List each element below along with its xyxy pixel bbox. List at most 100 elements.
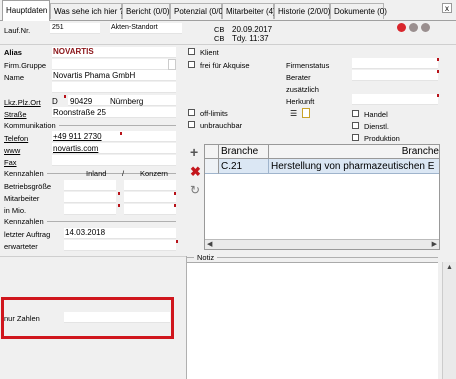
zusaetzlich-label: zusätzlich [286,85,319,94]
mitarbeiter-konzern-field[interactable] [124,192,176,203]
fax-field[interactable] [52,155,176,166]
required-marker [118,204,120,207]
tab-bar: Hauptdaten Was sehe ich hier ?? Bericht … [0,0,456,21]
www-value[interactable]: novartis.com [53,144,98,153]
grid-cell-description[interactable]: Herstellung von pharmazeutischen E [269,159,439,174]
kommunikation-section-label: Kommunikation [4,121,59,130]
grid-cell-code[interactable]: C.21 [219,159,269,174]
tab-bericht[interactable]: Bericht (0/0) [122,3,170,19]
notiz-section-label: Notiz [194,253,218,262]
dienstl-checkbox[interactable] [352,122,359,129]
produktion-checkbox[interactable] [352,134,359,141]
herkunft-label: Herkunft [286,97,315,106]
left-bottom-divider [0,256,186,257]
erwarteter-label: erwarteter [4,242,38,251]
scroll-right-icon[interactable]: ▶ [432,241,437,248]
notiz-vertical-scrollbar[interactable]: ▲ [442,262,456,379]
name-value: Novartis Phama GmbH [53,71,136,80]
close-tab-button[interactable]: x [442,3,452,13]
klient-checkbox[interactable] [188,48,195,55]
tab-hauptdaten[interactable]: Hauptdaten [2,0,50,21]
betriebsgroesse-label: Betriebsgröße [4,182,52,191]
required-marker [174,204,176,207]
header-divider [0,44,456,45]
slash-label: / [122,169,125,178]
firmenstatus-label: Firmenstatus [286,61,330,70]
scroll-left-icon[interactable]: ◀ [207,241,212,248]
telefon-label[interactable]: Telefon [4,134,28,143]
document-icon[interactable] [302,108,310,118]
betriebsgroesse-konzern-field[interactable] [124,180,176,191]
telefon-value[interactable]: +49 911 2730 [53,132,102,141]
mitarbeiter-label: Mitarbeiter [4,194,40,203]
name-field-2[interactable] [52,82,176,93]
lkz-plz-ort-label[interactable]: Lkz.Plz.Ort [4,98,41,107]
berater-label: Berater [286,73,311,82]
notiz-divider [186,257,438,258]
scroll-up-icon[interactable]: ▲ [446,264,453,271]
handel-label: Handel [364,110,388,119]
unbrauchbar-label: unbrauchbar [200,121,243,130]
status-dot-red [397,23,406,32]
cb-date: 20.09.2017 [232,25,273,34]
akquise-checkbox[interactable] [188,61,195,68]
strasse-label[interactable]: Straße [4,110,27,119]
konzern-label: Konzern [140,169,168,178]
umsatz-konzern-field[interactable] [124,204,176,215]
mitarbeiter-inland-field[interactable] [64,192,116,203]
herkunft-field[interactable] [352,94,438,105]
inland-label: Inland [86,169,107,178]
berater-field[interactable] [352,70,438,81]
tab-potenzial[interactable]: Potenzial (0/0) [170,3,226,19]
www-label[interactable]: www [4,146,20,155]
required-marker [437,70,439,73]
delete-icon[interactable]: ✖ [190,165,201,178]
branche-grid: Branche Branche C.21 Herstellung von pha… [204,144,440,250]
required-marker [176,240,178,243]
cb-time: Tdy. 11:37 [232,34,269,43]
letzter-auftrag-value: 14.03.2018 [65,228,106,237]
required-marker [118,192,120,195]
kennzahlen2-section-label: Kennzahlen [4,217,47,226]
kennzahlen-section-label: Kennzahlen [4,169,47,178]
tab-dokumente[interactable]: Dokumente (0) [330,3,387,19]
cb-label-2: CB [214,34,225,43]
grid-row-selector[interactable] [205,159,219,174]
produktion-label: Produktion [364,134,400,143]
letzter-auftrag-label: letzter Auftrag [4,230,51,239]
betriebsgroesse-inland-field[interactable] [64,180,116,191]
firmgruppe-dropdown-button[interactable] [168,59,176,70]
notiz-textarea[interactable] [186,262,438,379]
tab-mitarbeiter[interactable]: Mitarbeiter (4) [222,3,276,19]
grid-horizontal-scrollbar[interactable]: ◀ ▶ [205,239,439,249]
grid-column-header-code[interactable]: Branche [219,145,269,159]
offlimits-label: off-limits [200,109,228,118]
highlight-box [1,297,174,339]
vertical-separator [186,256,187,379]
klient-label: Klient [200,48,219,57]
handel-checkbox[interactable] [352,110,359,117]
status-dot-gray-1 [409,23,418,32]
tab-historie[interactable]: Historie (2/0/0) [274,3,330,19]
akquise-label: frei für Akquise [200,61,250,70]
grid-column-header-description[interactable]: Branche [269,145,439,159]
lkz-value: D [52,97,58,106]
dienstl-label: Dienstl. [364,122,390,131]
list-icon[interactable]: ☰ [290,109,300,118]
add-icon[interactable]: + [190,145,198,159]
umsatz-inland-field[interactable] [64,204,116,215]
fax-label[interactable]: Fax [4,158,17,167]
offlimits-checkbox[interactable] [188,109,195,116]
refresh-icon[interactable]: ↻ [190,184,200,196]
firmgruppe-field[interactable] [52,59,168,70]
required-marker [64,95,66,98]
erwarteter-field[interactable] [64,240,176,251]
required-marker [437,58,439,61]
firmenstatus-field[interactable] [352,58,438,69]
cb-label: CB [214,25,225,34]
tab-was-sehe-ich-hier[interactable]: Was sehe ich hier ?? [50,3,128,19]
required-marker [120,132,122,135]
laufnr-value: 251 [52,24,64,31]
strasse-value: Roonstraße 25 [53,108,106,117]
unbrauchbar-checkbox[interactable] [188,121,195,128]
